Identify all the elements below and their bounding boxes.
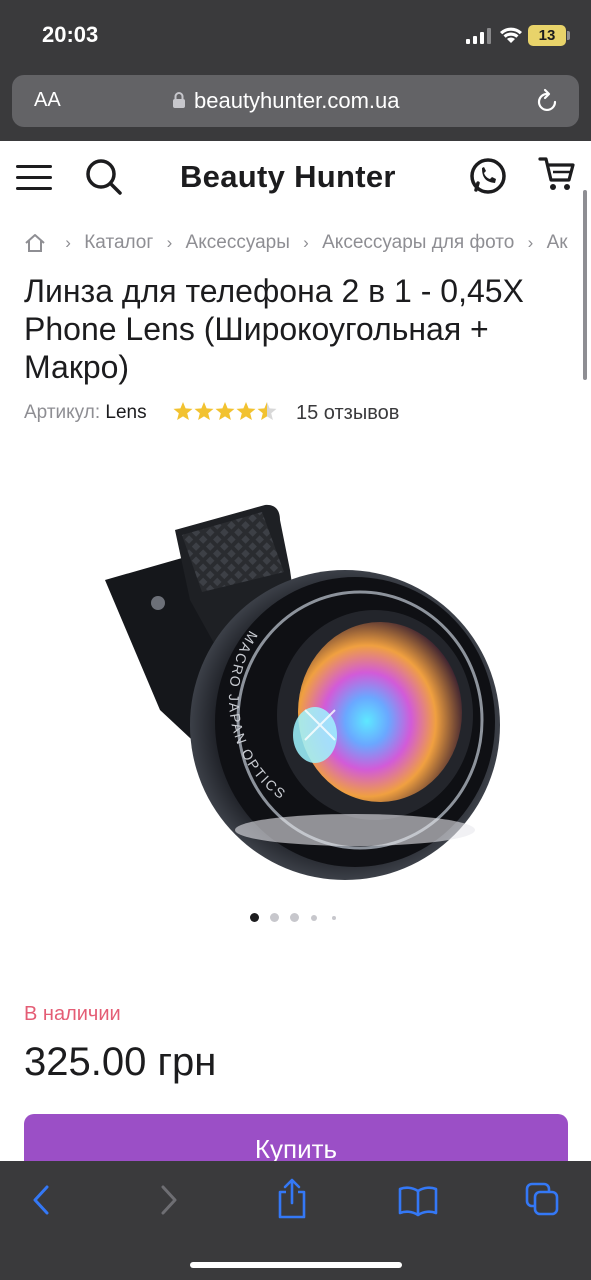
url-text[interactable]: beautyhunter.com.ua	[194, 88, 399, 114]
chevron-right-icon: ›	[166, 233, 173, 252]
product-price: 325.00 грн	[24, 1040, 217, 1084]
phone-icon[interactable]	[468, 156, 508, 196]
star-icon	[236, 402, 256, 420]
product-image[interactable]: MACRO JAPAN OPTICS	[90, 490, 510, 900]
breadcrumb-item-photo-accessories[interactable]: Аксессуары для фото	[322, 232, 514, 254]
star-half-icon	[257, 402, 277, 420]
text-size-button[interactable]: AA	[34, 89, 61, 112]
share-icon[interactable]	[276, 1177, 308, 1219]
breadcrumb-item-truncated[interactable]: Ак	[547, 232, 568, 254]
clip-pin	[151, 596, 165, 610]
stock-status: В наличии	[24, 1003, 121, 1025]
site-logo[interactable]: Beauty Hunter	[180, 159, 396, 195]
browser-top-bar: 20:03 13 AA beautyhunter.com.ua	[0, 0, 591, 141]
star-icon	[173, 402, 193, 420]
product-sku: Артикул: Lens	[24, 402, 147, 424]
battery-indicator: 13	[528, 25, 566, 46]
carousel-dot[interactable]	[332, 916, 336, 920]
cellular-signal-icon	[466, 28, 492, 44]
breadcrumb-item-accessories[interactable]: Аксессуары	[186, 232, 290, 254]
rating-stars[interactable]	[173, 401, 279, 423]
carousel-dot[interactable]	[270, 913, 279, 922]
wifi-icon	[500, 27, 522, 43]
status-time: 20:03	[42, 22, 99, 47]
forward-icon[interactable]	[158, 1183, 180, 1217]
chevron-right-icon: ›	[527, 233, 534, 252]
sku-label: Артикул:	[24, 402, 101, 423]
menu-icon[interactable]	[16, 165, 52, 191]
bookmarks-icon[interactable]	[398, 1185, 438, 1217]
battery-tip	[567, 31, 570, 40]
carousel-dot[interactable]	[290, 913, 299, 922]
reviews-link[interactable]: 15 отзывов	[296, 402, 399, 425]
text-size-label: AA	[34, 89, 61, 111]
product-title: Линза для телефона 2 в 1 - 0,45X Phone L…	[24, 273, 524, 385]
tabs-icon[interactable]	[524, 1181, 560, 1217]
chevron-right-icon: ›	[303, 233, 309, 252]
star-icon	[194, 402, 214, 420]
breadcrumb-item-catalog[interactable]: Каталог	[84, 232, 153, 254]
lock-icon	[173, 92, 185, 108]
scroll-indicator	[583, 190, 587, 380]
sku-value: Lens	[105, 402, 147, 423]
carousel-dot[interactable]	[311, 915, 317, 921]
home-indicator	[190, 1262, 402, 1268]
breadcrumb: › Каталог › Аксессуары › Аксессуары для …	[24, 232, 591, 258]
carousel-dot-active[interactable]	[250, 913, 259, 922]
image-carousel-dots[interactable]	[250, 913, 350, 923]
chevron-right-icon: ›	[65, 233, 71, 252]
reload-icon[interactable]	[536, 88, 560, 114]
address-bar[interactable]: AA beautyhunter.com.ua	[12, 75, 579, 127]
home-icon[interactable]	[24, 233, 46, 253]
cart-icon[interactable]	[538, 155, 576, 193]
lens-shadow	[235, 814, 475, 846]
back-icon[interactable]	[30, 1183, 52, 1217]
search-icon[interactable]	[84, 157, 124, 197]
star-icon	[215, 402, 235, 420]
site-header: Beauty Hunter	[0, 141, 591, 213]
